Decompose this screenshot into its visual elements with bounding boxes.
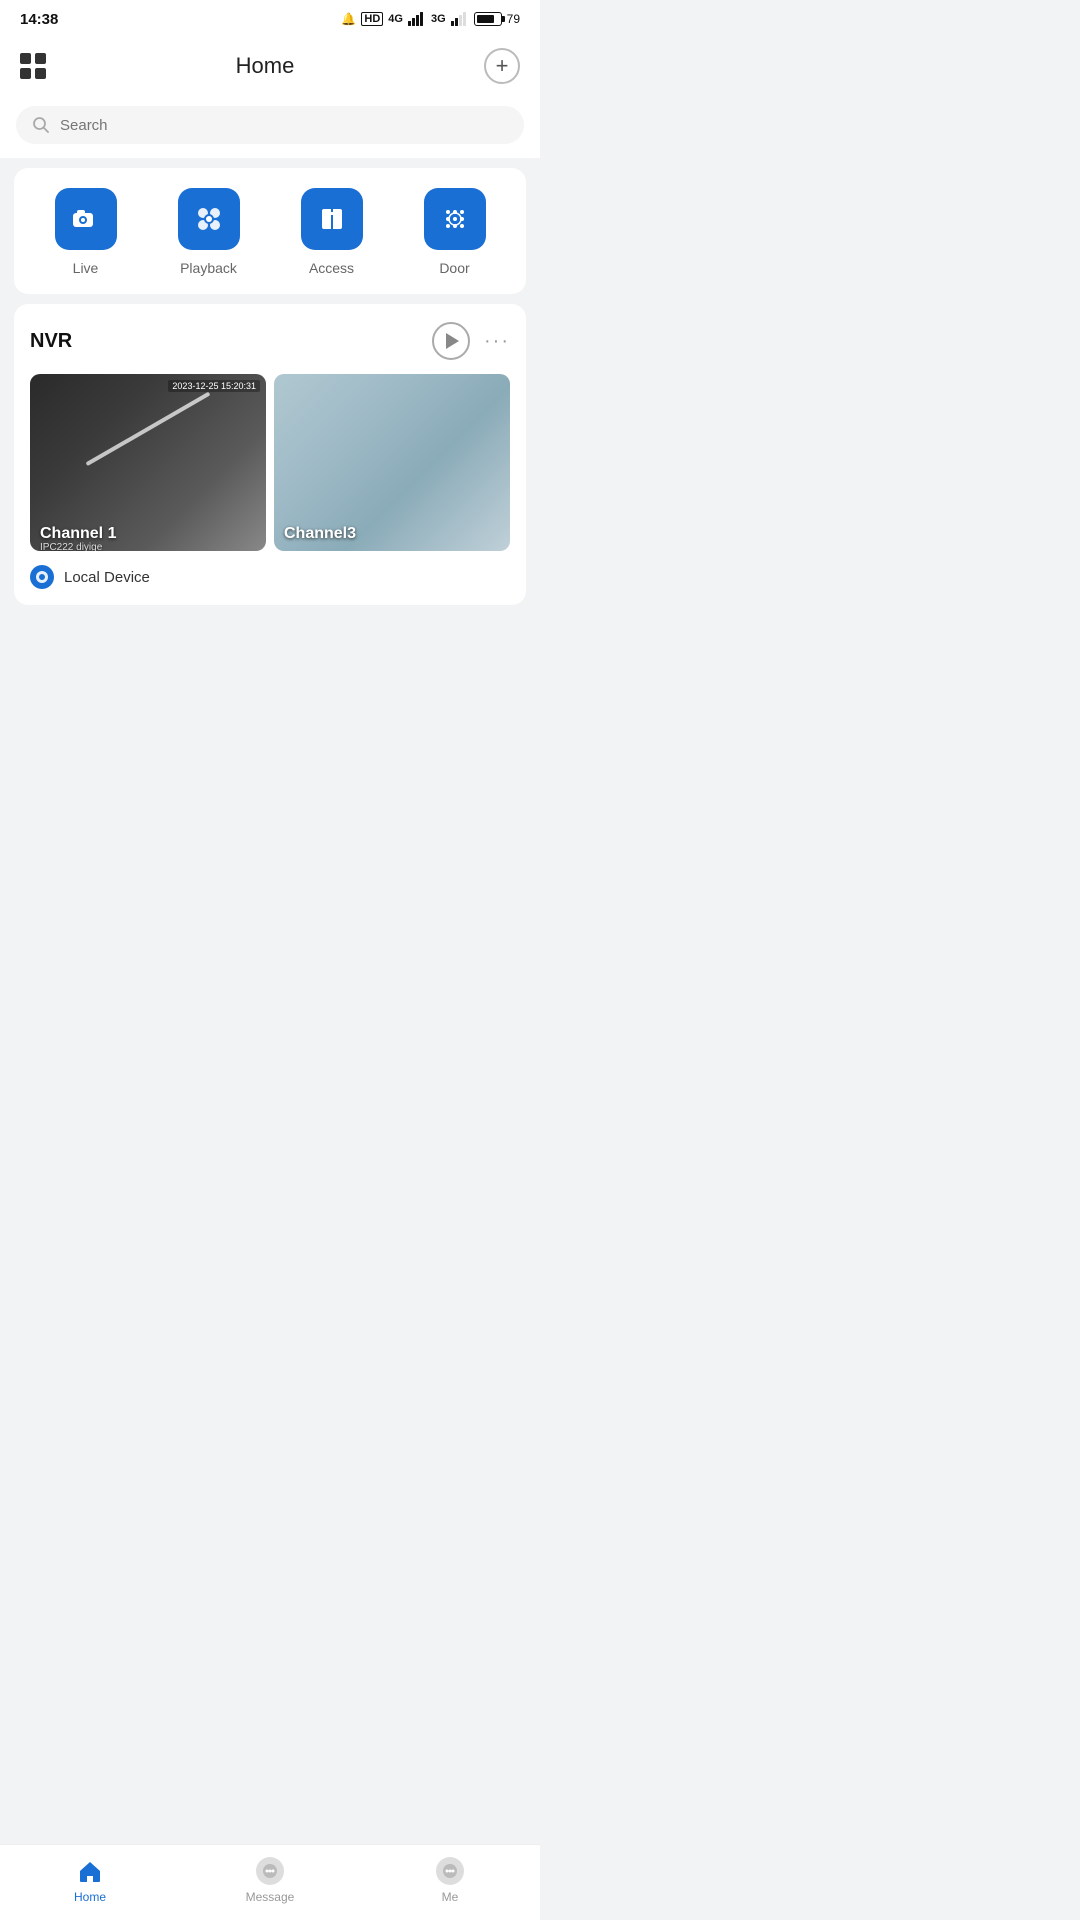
3g-signal-icon: 3G <box>431 13 446 25</box>
door-icon <box>438 202 472 236</box>
me-nav-label: Me <box>442 1890 459 1904</box>
bottom-nav: Home Message Me <box>0 1844 540 1920</box>
live-icon-wrap <box>55 188 117 250</box>
camera-card-ch1[interactable]: 2023-12-25 15:20:31 Channel 1 IPC222 diy… <box>30 374 266 551</box>
me-icon <box>436 1857 464 1885</box>
action-item-live[interactable]: Live <box>51 188 121 276</box>
nav-item-home[interactable]: Home <box>50 1857 130 1904</box>
plus-icon: + <box>496 55 509 77</box>
door-icon-wrap <box>424 188 486 250</box>
nvr-play-button[interactable] <box>432 322 470 360</box>
hd-badge: HD <box>361 12 383 26</box>
live-label: Live <box>73 260 99 276</box>
status-icons: 🔔 HD 4G 3G 79 <box>341 12 520 26</box>
main-content: Live Playback <box>0 96 540 695</box>
home-nav-label: Home <box>74 1890 106 1904</box>
grid-menu-icon[interactable] <box>20 53 46 79</box>
search-icon <box>32 116 50 134</box>
camera-subtitle-ch1: IPC222 diyige <box>40 542 102 551</box>
camera-label-ch3: Channel3 <box>284 525 356 543</box>
message-nav-label: Message <box>246 1890 295 1904</box>
battery-percent: 79 <box>507 12 520 26</box>
add-button[interactable]: + <box>484 48 520 84</box>
nvr-controls: ··· <box>432 322 510 360</box>
playback-icon <box>192 202 226 236</box>
access-label: Access <box>309 260 354 276</box>
page-title: Home <box>236 53 295 79</box>
playback-label: Playback <box>180 260 237 276</box>
message-icon <box>256 1857 284 1885</box>
camera-card-ch3[interactable]: Channel3 <box>274 374 510 551</box>
4g-signal-icon: 4G <box>388 13 403 25</box>
nvr-title: NVR <box>30 330 72 353</box>
play-triangle-icon <box>446 333 459 349</box>
home-icon <box>76 1857 104 1885</box>
access-icon <box>315 202 349 236</box>
access-icon-wrap <box>301 188 363 250</box>
playback-icon-wrap <box>178 188 240 250</box>
signal-bars-3g <box>451 12 469 26</box>
local-device[interactable]: Local Device <box>30 565 510 589</box>
search-bar <box>16 106 524 144</box>
door-label: Door <box>439 260 469 276</box>
signal-bars-4g <box>408 12 426 26</box>
nvr-header: NVR ··· <box>30 322 510 360</box>
status-bar: 14:38 🔔 HD 4G 3G <box>0 0 540 36</box>
camera-label-ch1: Channel 1 <box>40 525 116 543</box>
action-item-access[interactable]: Access <box>297 188 367 276</box>
nvr-more-button[interactable]: ··· <box>484 330 510 353</box>
nav-item-message[interactable]: Message <box>230 1857 310 1904</box>
quick-actions-panel: Live Playback <box>14 168 526 294</box>
action-item-door[interactable]: Door <box>420 188 490 276</box>
camera-icon <box>69 202 103 236</box>
header: Home + <box>0 36 540 96</box>
nvr-section: NVR ··· 2023-12-25 15:20:31 Channel 1 IP… <box>14 304 526 605</box>
action-item-playback[interactable]: Playback <box>174 188 244 276</box>
local-device-icon <box>30 565 54 589</box>
battery-icon <box>474 12 502 26</box>
nav-item-me[interactable]: Me <box>410 1857 490 1904</box>
status-time: 14:38 <box>20 11 58 28</box>
search-input[interactable] <box>60 117 508 134</box>
local-device-label: Local Device <box>64 569 150 586</box>
camera-timestamp-ch1: 2023-12-25 15:20:31 <box>168 380 260 392</box>
alarm-icon: 🔔 <box>341 12 356 26</box>
search-container <box>0 96 540 158</box>
camera-grid: 2023-12-25 15:20:31 Channel 1 IPC222 diy… <box>30 374 510 551</box>
